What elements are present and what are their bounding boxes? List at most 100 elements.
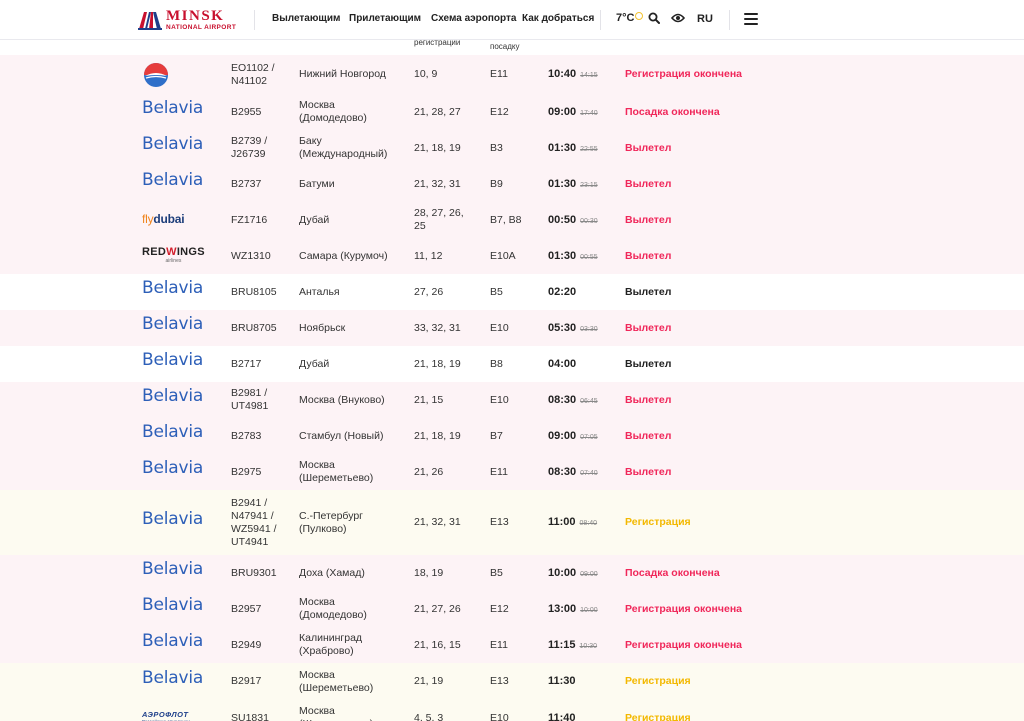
flight-row[interactable]: Belavia B2717 Дубай 21, 18, 19 B8 04:00 Вылете… bbox=[0, 346, 1024, 382]
scheduled-time: 00:30 bbox=[580, 218, 598, 225]
belavia-logo: Belavia bbox=[142, 595, 204, 615]
airline-logo[interactable]: Belavia bbox=[142, 136, 203, 153]
flight-number: B2975 bbox=[231, 466, 262, 478]
destination: Москва (Внуково) bbox=[299, 394, 385, 406]
airline-logo[interactable]: Belavia bbox=[142, 388, 203, 405]
estimated-time: 08:30 bbox=[548, 466, 577, 478]
flight-row[interactable]: Belavia BRU9301 Доха (Хамад) 18, 19 B5 10:00 0… bbox=[0, 555, 1024, 591]
flight-status: Вылетел bbox=[625, 214, 672, 226]
estimated-time: 13:00 bbox=[548, 603, 577, 615]
nav-arrivals[interactable]: Прилетающим bbox=[349, 13, 421, 24]
nav-airport-map[interactable]: Схема аэропорта bbox=[431, 13, 516, 24]
flight-row[interactable]: Belavia B2981 / UT4981 Москва (Внуково) 21,… bbox=[0, 382, 1024, 418]
flight-row[interactable]: Belavia B2917 Москва (Шереметьево) 21, 19 E1… bbox=[0, 663, 1024, 700]
airline-logo[interactable]: Belavia bbox=[142, 460, 203, 477]
flight-number: B2917 bbox=[231, 675, 262, 687]
nav-how-to-get[interactable]: Как добраться bbox=[522, 13, 594, 24]
airline-logo[interactable]: Belavia bbox=[142, 511, 203, 528]
flight-row[interactable]: Belavia B2783 Стамбул (Новый) 21, 18, 19 B7 0… bbox=[0, 418, 1024, 454]
destination: Москва (Шереметьево) bbox=[299, 459, 374, 484]
minsk-airport-logo[interactable]: MINSK NATIONAL AIRPORT bbox=[137, 8, 236, 32]
flight-number: BRU8705 bbox=[231, 322, 277, 334]
estimated-time: 05:30 bbox=[548, 322, 577, 334]
site-header: MINSK NATIONAL AIRPORT Вылетающим Прилет… bbox=[0, 0, 1024, 40]
destination: С.-Петербург (Пулково) bbox=[299, 510, 363, 535]
flight-row[interactable]: Belavia B2957 Москва (Домодедово) 21, 27, 2… bbox=[0, 591, 1024, 627]
flight-status: Регистрация окончена bbox=[625, 68, 743, 80]
flight-row[interactable]: Belavia B2737 Батуми 21, 32, 31 B9 01:30 23:15… bbox=[0, 166, 1024, 202]
flight-row[interactable]: Belavia B2955 Москва (Домодедово) 21, 28, 2… bbox=[0, 94, 1024, 130]
scheduled-time: 23:15 bbox=[580, 182, 598, 189]
airline-logo[interactable]: Belavia bbox=[142, 316, 203, 333]
flight-row[interactable]: EO1102 / N41102 Нижний Новгород 10, 9 E11 10… bbox=[0, 55, 1024, 94]
destination: Москва (Шереметьево) bbox=[299, 669, 374, 694]
estimated-time: 09:00 bbox=[548, 106, 577, 118]
registration-desks: 21, 32, 31 bbox=[414, 516, 461, 528]
flight-row[interactable]: Belavia B2739 / J26739 Баку (Международный… bbox=[0, 130, 1024, 166]
registration-desks: 21, 32, 31 bbox=[414, 178, 461, 190]
aeroflot-logo: АЭРОФЛОТ Российские авиалинии bbox=[142, 710, 190, 721]
scheduled-time: 09:00 bbox=[580, 571, 598, 578]
flight-number: B2949 bbox=[231, 639, 262, 651]
flight-status: Регистрация bbox=[625, 712, 691, 721]
belavia-logo: Belavia bbox=[142, 458, 204, 478]
flight-status: Вылетел bbox=[625, 430, 672, 442]
airline-logo[interactable] bbox=[142, 61, 170, 93]
gate: E10 bbox=[490, 394, 509, 406]
nav-departures[interactable]: Вылетающим bbox=[272, 13, 340, 24]
flight-row[interactable]: Belavia BRU8705 Ноябрьск 33, 32, 31 E10 05:30… bbox=[0, 310, 1024, 346]
flight-row[interactable]: АЭРОФЛОТ Российские авиалинии SU1831 Москва… bbox=[0, 700, 1024, 721]
airline-logo[interactable]: Belavia bbox=[142, 633, 203, 650]
airline-logo[interactable]: АЭРОФЛОТ Российские авиалинии bbox=[142, 711, 190, 721]
hamburger-menu-icon[interactable] bbox=[744, 13, 758, 25]
airline-logo[interactable]: Belavia bbox=[142, 670, 203, 687]
airline-logo[interactable]: REDWINGS airlines bbox=[142, 247, 205, 264]
sun-icon bbox=[635, 12, 644, 20]
registration-desks: 21, 15 bbox=[414, 394, 444, 406]
registration-desks: 28, 27, 26, 25 bbox=[414, 207, 464, 232]
flight-status: Регистрация bbox=[625, 516, 691, 528]
flight-number: B2941 / N47941 / WZ5941 / UT4941 bbox=[231, 497, 277, 548]
airline-logo[interactable]: Belavia bbox=[142, 100, 203, 117]
flight-status: Вылетел bbox=[625, 466, 672, 478]
departure-time: 01:30 00:55 bbox=[548, 250, 598, 264]
departure-time: 05:30 03:30 bbox=[548, 322, 598, 336]
flight-number: SU1831 bbox=[231, 712, 269, 721]
flight-row[interactable]: Belavia BRU8105 Анталья 27, 26 B5 02:20 Вылете… bbox=[0, 274, 1024, 310]
weather-widget[interactable]: 7°C bbox=[616, 12, 644, 24]
belavia-logo: Belavia bbox=[142, 386, 204, 406]
flight-row[interactable]: Belavia B2975 Москва (Шереметьево) 21, 26 E1… bbox=[0, 454, 1024, 490]
belavia-logo: Belavia bbox=[142, 422, 204, 442]
flight-row[interactable]: Belavia B2949 Калининград (Храброво) 21, 16… bbox=[0, 627, 1024, 663]
departure-time: 00:50 00:30 bbox=[548, 214, 598, 228]
search-icon[interactable] bbox=[648, 12, 660, 24]
airline-logo[interactable]: Belavia bbox=[142, 280, 203, 297]
registration-desks: 10, 9 bbox=[414, 68, 438, 80]
flight-number: B2737 bbox=[231, 178, 262, 190]
logo-subtitle: NATIONAL AIRPORT bbox=[166, 23, 237, 31]
airline-logo[interactable]: Belavia bbox=[142, 597, 203, 614]
flight-row[interactable]: REDWINGS airlines WZ1310 Самара (Курумоч) 11… bbox=[0, 238, 1024, 274]
airline-logo[interactable]: Belavia bbox=[142, 424, 203, 441]
departure-time: 11:30 bbox=[548, 675, 576, 688]
scheduled-time: 00:55 bbox=[580, 254, 598, 261]
departure-time: 09:00 07:05 bbox=[548, 430, 598, 444]
flight-row[interactable]: Belavia B2941 / N47941 / WZ5941 / UT4941 С… bbox=[0, 490, 1024, 555]
departure-time: 08:30 06:45 bbox=[548, 394, 598, 408]
registration-desks: 11, 12 bbox=[414, 250, 443, 262]
airline-logo[interactable]: Belavia bbox=[142, 352, 203, 369]
belavia-logo: Belavia bbox=[142, 170, 204, 190]
flight-number: B2981 / UT4981 bbox=[231, 387, 269, 412]
airline-logo[interactable]: flydubai bbox=[142, 213, 185, 227]
registration-desks: 18, 19 bbox=[414, 567, 444, 579]
scheduled-time: 17:40 bbox=[580, 110, 598, 117]
estimated-time: 11:40 bbox=[548, 712, 576, 721]
language-switcher[interactable]: RU bbox=[697, 13, 713, 25]
gate: E10A bbox=[490, 250, 516, 262]
flight-row[interactable]: flydubai FZ1716 Дубай 28, 27, 26, 25 B7, B8 0… bbox=[0, 202, 1024, 238]
header-divider bbox=[254, 10, 255, 30]
airline-logo[interactable]: Belavia bbox=[142, 172, 203, 189]
flight-status: Регистрация bbox=[625, 675, 691, 687]
airline-logo[interactable]: Belavia bbox=[142, 561, 203, 578]
eye-icon[interactable] bbox=[671, 13, 685, 23]
